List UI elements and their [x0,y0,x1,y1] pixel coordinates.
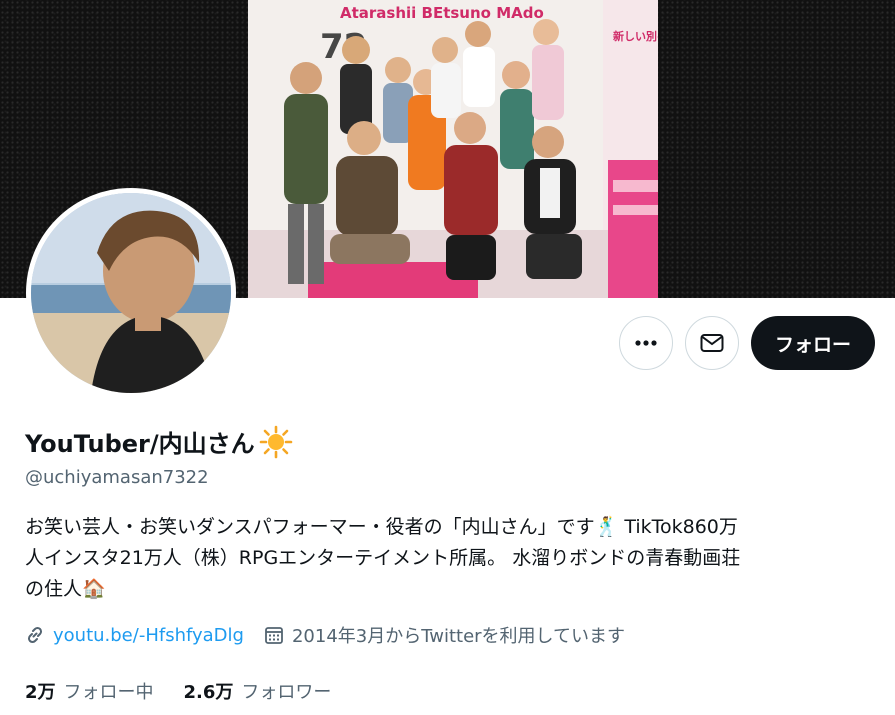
more-button[interactable] [618,316,673,370]
following-count-link[interactable]: 2万 フォロー中 [25,678,154,704]
banner-sign-jp: 新しい別の窓 [613,29,658,43]
bio-line: 人インスタ21万人（株）RPGエンターテイメント所属。 水溜りボンドの青春動画荘 [25,547,741,569]
message-button[interactable] [684,316,739,370]
link-icon [27,626,43,644]
joined-date-text: 2014年3月からTwitterを利用しています [291,626,626,647]
sun-icon [259,425,292,458]
followers-label: フォロワー [241,682,332,703]
follow-button[interactable]: フォロー [750,316,875,370]
joined-date: 2014年3月からTwitterを利用しています [264,622,625,648]
profile-actions: フォロー [618,316,875,370]
bio-line: お笑い芸人・お笑いダンスパフォーマー・役者の「内山さん」です🕺 TikTok86… [25,516,738,538]
profile-meta: youtu.be/-HfshfyaDlg 2014年3月からTwitterを利用… [25,622,625,648]
profile-avatar[interactable] [26,188,236,398]
bio-line: の住人🏠 [25,578,106,600]
display-name: YouTuber/内山さん [25,430,255,458]
calendar-icon [265,627,283,644]
group-photo-illustration: Atarashii BEtsuno MAdo 72 新しい別の窓 [248,0,658,298]
followers-count-link[interactable]: 2.6万 フォロワー [184,678,332,704]
follow-counts: 2万 フォロー中 2.6万 フォロワー [25,678,331,704]
banner-sign-text: Atarashii BEtsuno MAdo [340,4,544,22]
banner-photo: Atarashii BEtsuno MAdo 72 新しい別の窓 [248,0,658,298]
avatar-photo [31,193,231,393]
profile-link-text[interactable]: youtu.be/-HfshfyaDlg [53,625,244,646]
mail-icon [700,334,724,352]
following-count: 2万 [25,682,56,703]
following-label: フォロー中 [63,682,154,703]
profile-link[interactable]: youtu.be/-HfshfyaDlg [25,625,244,646]
user-handle: @uchiyamasan7322 [25,467,209,488]
display-name-row: YouTuber/内山さん [25,424,293,459]
profile-bio: お笑い芸人・お笑いダンスパフォーマー・役者の「内山さん」です🕺 TikTok86… [25,512,875,605]
followers-count: 2.6万 [183,682,234,703]
more-icon [635,340,657,346]
